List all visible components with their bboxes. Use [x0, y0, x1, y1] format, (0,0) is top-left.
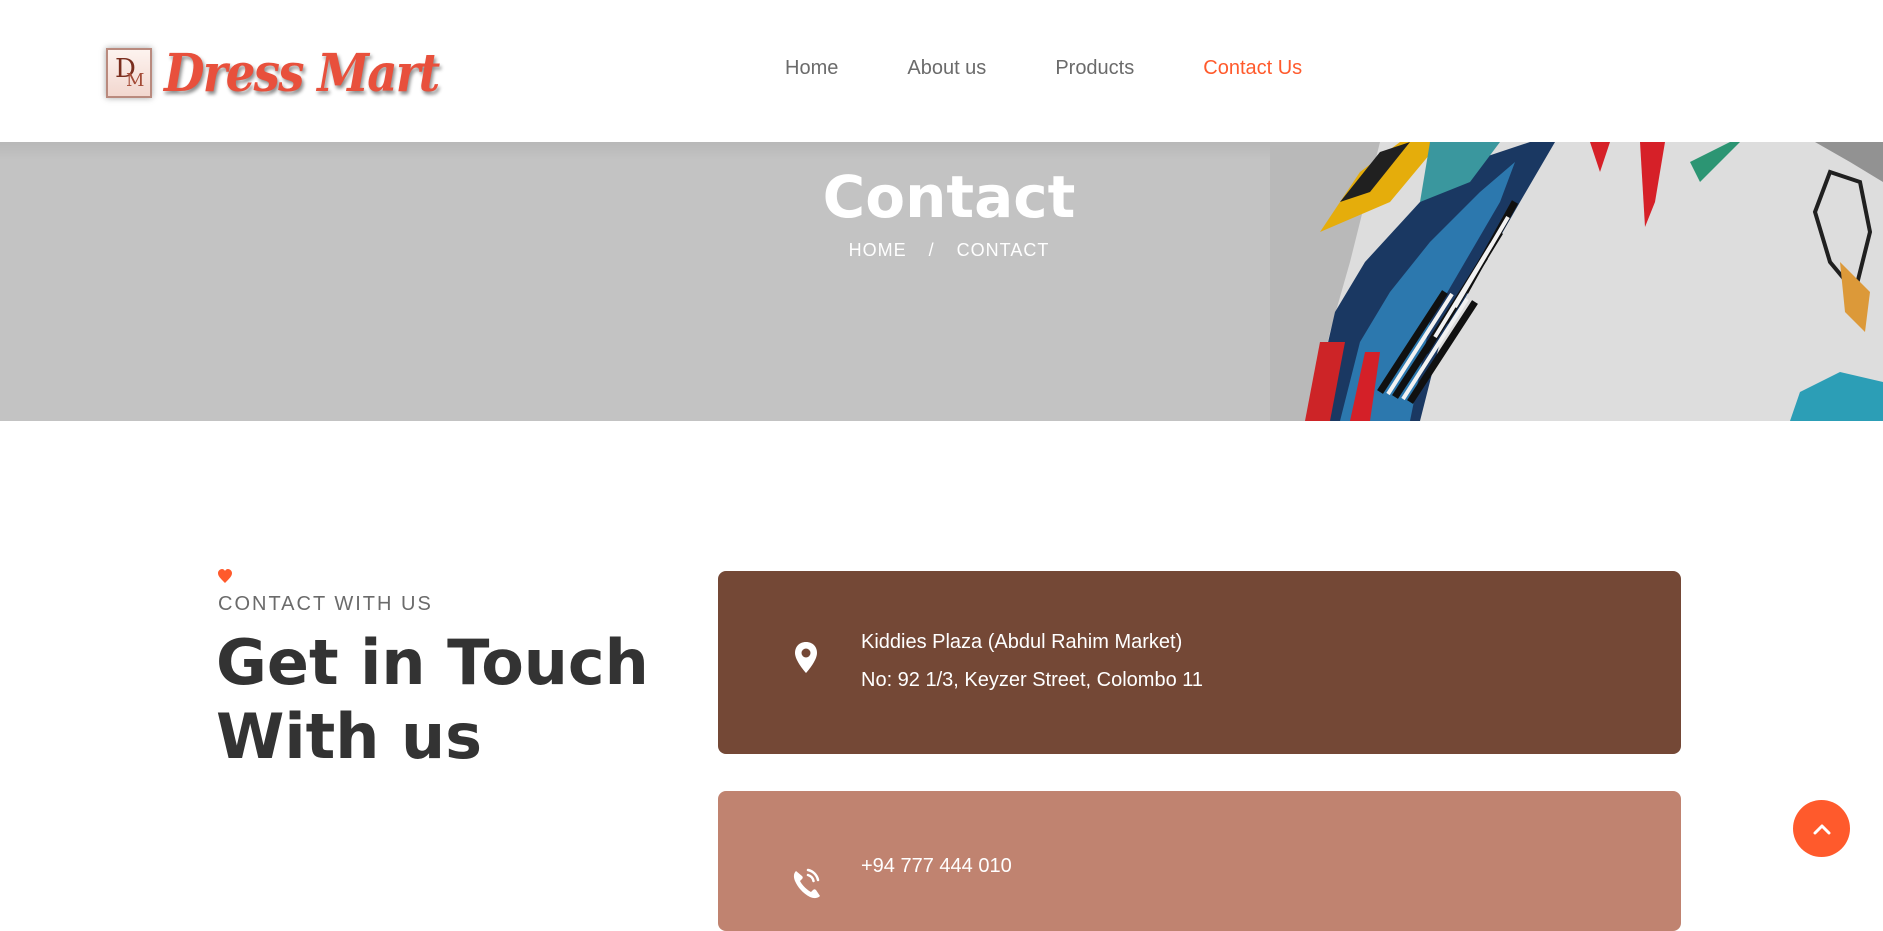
address-line-2: No: 92 1/3, Keyzer Street, Colombo 11 — [861, 669, 1204, 691]
nav-about-us[interactable]: About us — [907, 54, 986, 82]
breadcrumb-separator: / — [928, 240, 935, 260]
main-nav: Home About us Products Contact Us — [785, 54, 1371, 82]
chevron-up-icon — [1813, 824, 1830, 834]
address-card: Kiddies Plaza (Abdul Rahim Market) No: 9… — [718, 571, 1681, 754]
section-eyebrow: CONTACT WITH US — [218, 593, 433, 615]
logo-monogram-icon: DM — [106, 48, 152, 98]
page-banner: Contact HOME / CONTACT — [0, 142, 1883, 421]
headline-line-2: With us — [216, 700, 483, 773]
section-headline: Get in Touch With us — [216, 626, 656, 774]
breadcrumb: HOME / CONTACT — [0, 240, 1883, 261]
heart-icon — [218, 569, 232, 583]
logo-text: Dress Mart — [164, 42, 440, 104]
breadcrumb-home[interactable]: HOME — [849, 240, 907, 261]
phone-icon — [793, 868, 820, 899]
headline-line-1: Get in Touch — [216, 626, 649, 699]
page-title: Contact — [822, 163, 1076, 231]
nav-home[interactable]: Home — [785, 54, 838, 82]
nav-products[interactable]: Products — [1055, 54, 1134, 82]
breadcrumb-current: CONTACT — [956, 240, 1050, 260]
scroll-to-top-button[interactable] — [1793, 800, 1850, 857]
location-pin-icon — [795, 642, 817, 673]
brand-logo[interactable]: DM Dress Mart — [106, 42, 440, 104]
address-line-1: Kiddies Plaza (Abdul Rahim Market) — [861, 631, 1183, 653]
phone-card: +94 777 444 010 — [718, 791, 1681, 931]
nav-contact-us[interactable]: Contact Us — [1203, 54, 1302, 82]
phone-number-link[interactable]: +94 777 444 010 — [861, 855, 1012, 878]
site-header: DM Dress Mart Home About us Products Con… — [0, 0, 1883, 142]
